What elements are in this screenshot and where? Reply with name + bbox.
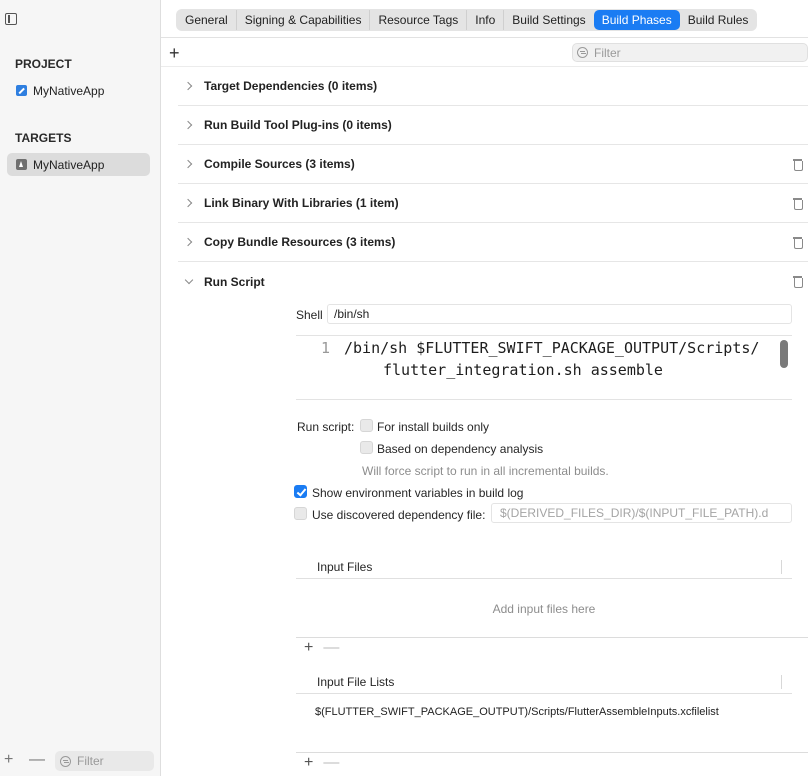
input-file-lists-controls: + — bbox=[304, 755, 339, 771]
navigator-sidebar: PROJECT MyNativeApp TARGETS MyNativeApp … bbox=[0, 0, 161, 776]
run-script-label: Run script: bbox=[297, 420, 355, 434]
filter-icon bbox=[577, 47, 588, 58]
dependency-analysis-hint: Will force script to run in all incremen… bbox=[362, 464, 609, 478]
shell-label: Shell bbox=[296, 308, 323, 322]
tab-build-rules[interactable]: Build Rules bbox=[680, 10, 757, 30]
script-editor[interactable]: 1 /bin/sh $FLUTTER_SWIFT_PACKAGE_OUTPUT/… bbox=[296, 335, 792, 400]
sidebar-item-label: MyNativeApp bbox=[33, 157, 105, 172]
chevron-down-icon[interactable] bbox=[184, 277, 194, 287]
column-divider bbox=[781, 560, 782, 574]
shell-path-field[interactable]: /bin/sh bbox=[327, 304, 792, 324]
filter-icon bbox=[60, 755, 71, 767]
sidebar-item-project[interactable]: MyNativeApp bbox=[7, 79, 150, 102]
install-builds-only-label: For install builds only bbox=[377, 420, 490, 434]
chevron-right-icon[interactable] bbox=[184, 159, 194, 169]
phase-title: Run Build Tool Plug-ins (0 items) bbox=[204, 118, 392, 132]
input-files-controls: + — bbox=[304, 640, 339, 656]
app-target-icon bbox=[16, 159, 27, 170]
sidebar-footer: + — Filter bbox=[0, 750, 160, 772]
targets-section-header: TARGETS bbox=[15, 131, 72, 145]
trash-icon[interactable] bbox=[793, 276, 803, 288]
trash-icon[interactable] bbox=[793, 237, 803, 249]
dependency-analysis-label: Based on dependency analysis bbox=[377, 442, 544, 456]
tab-build-settings[interactable]: Build Settings bbox=[504, 10, 593, 30]
trash-icon[interactable] bbox=[793, 159, 803, 171]
tab-resource-tags[interactable]: Resource Tags bbox=[370, 10, 468, 30]
add-input-file-button[interactable]: + bbox=[304, 639, 313, 656]
tab-signing-capabilities[interactable]: Signing & Capabilities bbox=[237, 10, 371, 30]
remove-target-button[interactable]: — bbox=[29, 752, 45, 768]
input-files-header-label: Input Files bbox=[317, 559, 373, 574]
script-scrollbar[interactable] bbox=[780, 340, 788, 368]
sidebar-item-label: MyNativeApp bbox=[33, 83, 105, 98]
phase-copy-bundle-resources[interactable]: Copy Bundle Resources (3 items) bbox=[178, 223, 808, 262]
use-dep-file-checkbox[interactable] bbox=[294, 507, 307, 520]
input-files-header: Input Files bbox=[296, 555, 792, 579]
phase-title: Link Binary With Libraries (1 item) bbox=[204, 196, 399, 210]
phase-title: Target Dependencies (0 items) bbox=[204, 79, 378, 93]
dependency-file-field[interactable]: $(DERIVED_FILES_DIR)/$(INPUT_FILE_PATH).… bbox=[491, 503, 792, 523]
show-env-vars-checkbox[interactable] bbox=[294, 485, 307, 498]
input-files-table[interactable]: Add input files here bbox=[296, 580, 808, 638]
phase-target-dependencies[interactable]: Target Dependencies (0 items) bbox=[178, 67, 808, 106]
phase-title: Copy Bundle Resources (3 items) bbox=[204, 235, 396, 249]
sidebar-filter-field[interactable]: Filter bbox=[55, 751, 154, 771]
sidebar-filter-placeholder: Filter bbox=[77, 754, 104, 768]
show-env-vars-label: Show environment variables in build log bbox=[312, 486, 524, 500]
phase-compile-sources[interactable]: Compile Sources (3 items) bbox=[178, 145, 808, 184]
tab-info[interactable]: Info bbox=[467, 10, 505, 30]
editor-tab-bar: General Signing & Capabilities Resource … bbox=[176, 9, 758, 31]
phase-title: Compile Sources (3 items) bbox=[204, 157, 355, 171]
phase-link-binary[interactable]: Link Binary With Libraries (1 item) bbox=[178, 184, 808, 223]
tab-general[interactable]: General bbox=[177, 10, 237, 30]
add-input-file-list-button[interactable]: + bbox=[304, 754, 313, 771]
input-file-lists-header: Input File Lists bbox=[296, 670, 792, 694]
xcode-project-icon bbox=[16, 85, 27, 96]
remove-input-file-list-button[interactable]: — bbox=[323, 754, 339, 771]
filter-placeholder: Filter bbox=[594, 45, 621, 60]
editor-area: General Signing & Capabilities Resource … bbox=[161, 0, 808, 776]
trash-icon[interactable] bbox=[793, 198, 803, 210]
install-builds-only-checkbox[interactable] bbox=[360, 419, 373, 432]
chevron-right-icon[interactable] bbox=[184, 81, 194, 91]
remove-input-file-button[interactable]: — bbox=[323, 639, 339, 656]
column-divider bbox=[781, 675, 782, 689]
build-phases-filter-field[interactable]: Filter bbox=[572, 43, 808, 62]
line-number: 1 bbox=[321, 339, 331, 357]
tab-build-phases[interactable]: Build Phases bbox=[593, 10, 680, 30]
phase-run-script[interactable]: Run Script bbox=[178, 262, 808, 301]
project-section-header: PROJECT bbox=[15, 57, 72, 71]
divider bbox=[161, 37, 808, 38]
dependency-analysis-checkbox[interactable] bbox=[360, 441, 373, 454]
phase-build-tool-plugins[interactable]: Run Build Tool Plug-ins (0 items) bbox=[178, 106, 808, 145]
phase-title: Run Script bbox=[204, 274, 265, 289]
sidebar-item-target[interactable]: MyNativeApp bbox=[7, 153, 150, 176]
input-file-lists-table[interactable]: $(FLUTTER_SWIFT_PACKAGE_OUTPUT)/Scripts/… bbox=[296, 695, 808, 753]
add-build-phase-button[interactable]: + bbox=[169, 44, 180, 62]
add-target-button[interactable]: + bbox=[4, 752, 13, 768]
chevron-right-icon[interactable] bbox=[184, 120, 194, 130]
chevron-right-icon[interactable] bbox=[184, 237, 194, 247]
list-item[interactable]: $(FLUTTER_SWIFT_PACKAGE_OUTPUT)/Scripts/… bbox=[315, 706, 719, 718]
chevron-right-icon[interactable] bbox=[184, 198, 194, 208]
use-dep-file-label: Use discovered dependency file: bbox=[312, 508, 486, 522]
input-files-empty-message: Add input files here bbox=[492, 601, 596, 616]
script-text[interactable]: /bin/sh $FLUTTER_SWIFT_PACKAGE_OUTPUT/Sc… bbox=[344, 337, 764, 381]
sidebar-toggle-icon[interactable] bbox=[5, 13, 17, 25]
input-file-lists-header-label: Input File Lists bbox=[317, 674, 395, 689]
